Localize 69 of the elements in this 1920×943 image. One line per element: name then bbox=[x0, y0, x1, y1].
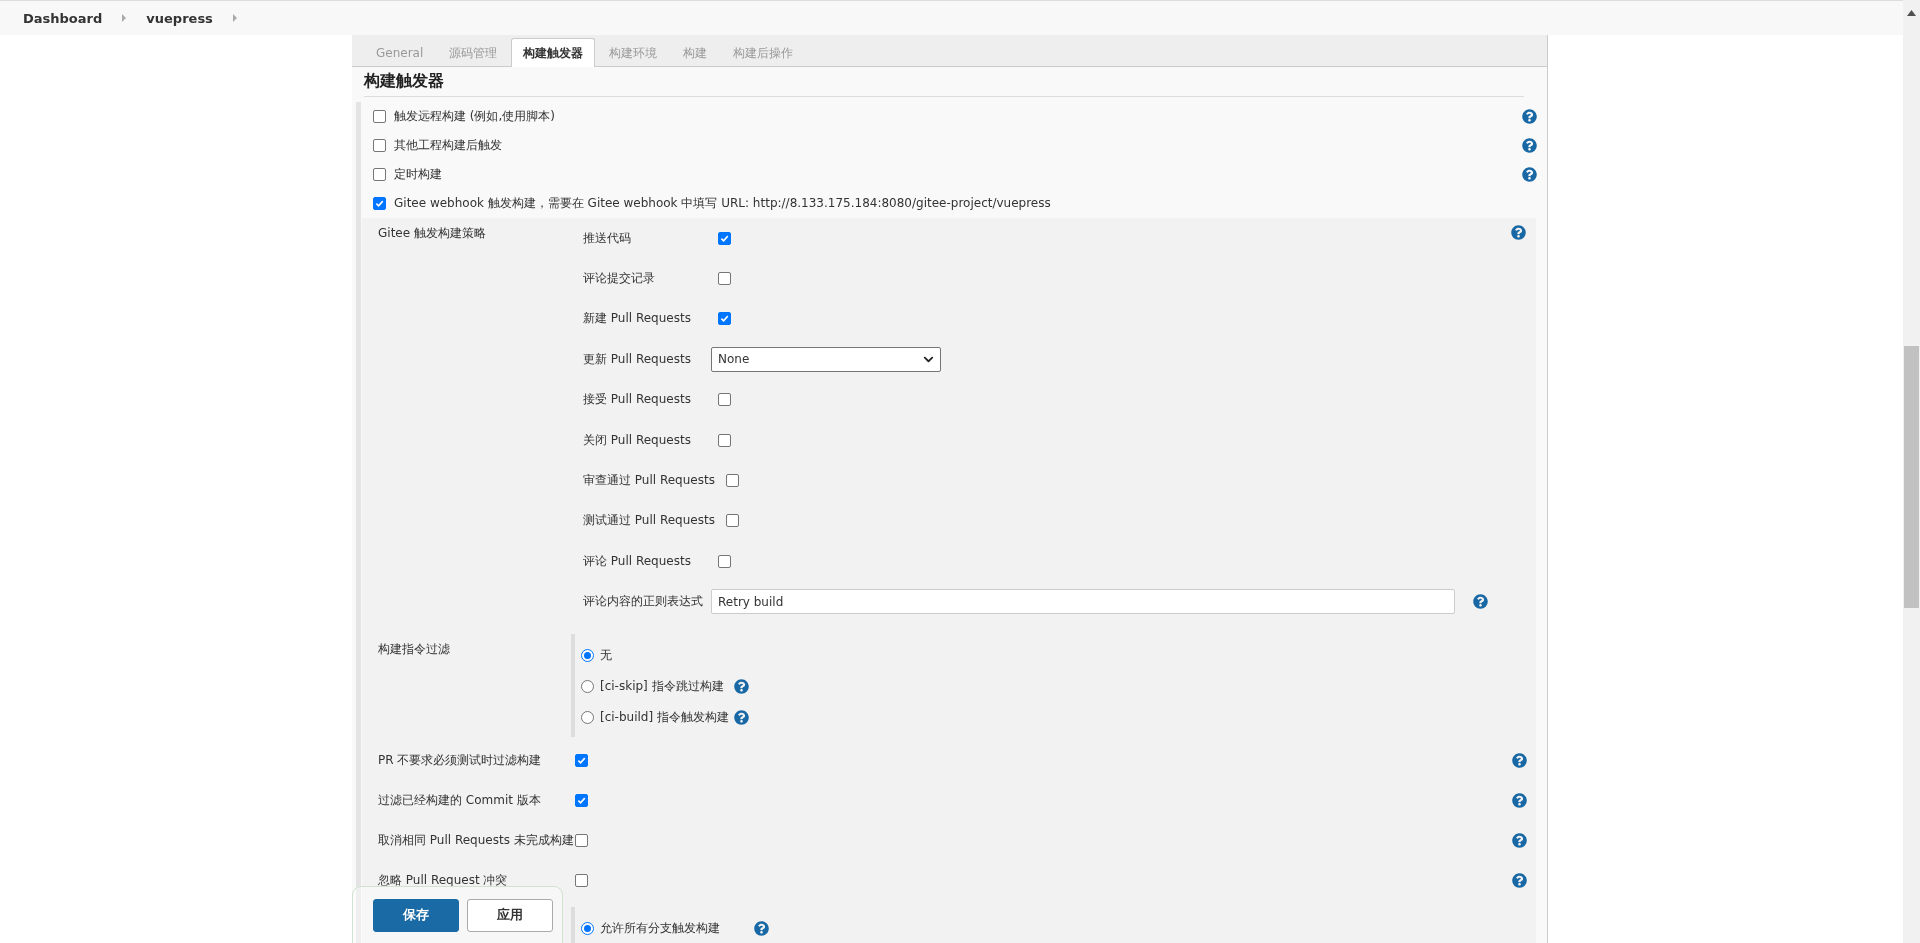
radio-label: 允许所有分支触发构建 bbox=[600, 919, 720, 937]
option-label: 新建 Pull Requests bbox=[583, 310, 692, 328]
scrollbar-thumb[interactable] bbox=[1904, 346, 1919, 608]
radio-button[interactable] bbox=[581, 679, 594, 693]
help-icon[interactable] bbox=[1522, 109, 1537, 124]
checkbox[interactable] bbox=[373, 110, 386, 123]
section-title: 构建触发器 bbox=[364, 71, 1524, 97]
option-label: 推送代码 bbox=[583, 229, 632, 247]
help-icon[interactable] bbox=[1512, 833, 1527, 849]
checkbox[interactable] bbox=[718, 393, 731, 407]
option-label: 关闭 Pull Requests bbox=[583, 431, 692, 449]
checkbox[interactable] bbox=[575, 834, 588, 848]
breadcrumb-link[interactable]: Dashboard bbox=[23, 10, 103, 26]
option-label: 忽略 Pull Request 冲突 bbox=[378, 872, 509, 890]
option-label: 评论内容的正则表达式 bbox=[583, 593, 704, 611]
field-label: Gitee 触发构建策略 bbox=[378, 225, 487, 242]
option-label: 过滤已经构建的 Commit 版本 bbox=[378, 792, 542, 810]
help-icon[interactable] bbox=[1512, 793, 1527, 809]
option-label: 评论提交记录 bbox=[583, 270, 656, 288]
input-field[interactable]: Retry build bbox=[711, 589, 1455, 615]
radio-button[interactable] bbox=[581, 710, 594, 724]
chevron-icon bbox=[232, 14, 237, 22]
radio-label: [ci-skip] 指令跳过构建 bbox=[600, 677, 724, 695]
checkbox-label: 定时构建 bbox=[394, 166, 442, 183]
option-label: 更新 Pull Requests bbox=[583, 350, 692, 368]
checkbox[interactable] bbox=[575, 794, 588, 808]
checkbox[interactable] bbox=[718, 231, 731, 245]
checkbox[interactable] bbox=[373, 139, 386, 152]
dropdown-select[interactable]: None bbox=[711, 346, 941, 372]
checkbox-label: 其他工程构建后触发 bbox=[394, 137, 502, 154]
option-label: 接受 Pull Requests bbox=[583, 391, 692, 409]
chevron-icon bbox=[122, 14, 127, 22]
help-icon[interactable] bbox=[1473, 594, 1488, 610]
breadcrumb-link[interactable]: vuepress bbox=[146, 10, 213, 26]
help-icon[interactable] bbox=[1522, 167, 1537, 182]
help-icon[interactable] bbox=[1522, 138, 1537, 153]
checkbox[interactable] bbox=[725, 514, 739, 528]
radio-button[interactable] bbox=[581, 921, 594, 935]
scroll-up-icon[interactable] bbox=[1907, 10, 1916, 16]
tab[interactable]: 构建触发器 bbox=[511, 38, 596, 67]
checkbox[interactable] bbox=[718, 433, 731, 447]
option-label: 测试通过 Pull Requests bbox=[583, 512, 715, 530]
checkbox[interactable] bbox=[575, 754, 588, 768]
checkbox[interactable] bbox=[725, 474, 739, 488]
checkbox-label: 触发远程构建 (例如,使用脚本) bbox=[394, 108, 555, 125]
scrollbar[interactable] bbox=[1903, 0, 1920, 943]
radio-label: 无 bbox=[600, 646, 612, 664]
radio-label: [ci-build] 指令触发构建 bbox=[600, 708, 729, 726]
checkbox[interactable] bbox=[718, 312, 731, 326]
option-label: 取消相同 Pull Requests 未完成构建 bbox=[378, 832, 575, 850]
field-label: 构建指令过滤 bbox=[378, 640, 451, 658]
option-label: PR 不要求必须测试时过滤构建 bbox=[378, 752, 543, 770]
checkbox[interactable] bbox=[718, 272, 731, 286]
checkbox[interactable] bbox=[575, 874, 588, 888]
option-label: 评论 Pull Requests bbox=[583, 552, 692, 570]
help-icon[interactable] bbox=[1511, 225, 1526, 240]
help-icon[interactable] bbox=[1512, 753, 1527, 769]
help-icon[interactable] bbox=[754, 920, 769, 936]
help-icon[interactable] bbox=[734, 678, 749, 694]
radio-button[interactable] bbox=[581, 648, 594, 662]
option-label: 审查通过 Pull Requests bbox=[583, 472, 715, 490]
help-icon[interactable] bbox=[1512, 873, 1527, 889]
checkbox[interactable] bbox=[373, 197, 386, 210]
checkbox[interactable] bbox=[373, 168, 386, 181]
checkbox[interactable] bbox=[718, 554, 731, 568]
apply-button[interactable]: 应用 bbox=[467, 898, 553, 932]
help-icon[interactable] bbox=[734, 709, 749, 725]
checkbox-label: Gitee webhook 触发构建，需要在 Gitee webhook 中填写 URL: http://8.133.175.184:8080/gitee-project/vuepress bbox=[394, 195, 1051, 212]
save-button[interactable]: 保存 bbox=[373, 898, 459, 932]
